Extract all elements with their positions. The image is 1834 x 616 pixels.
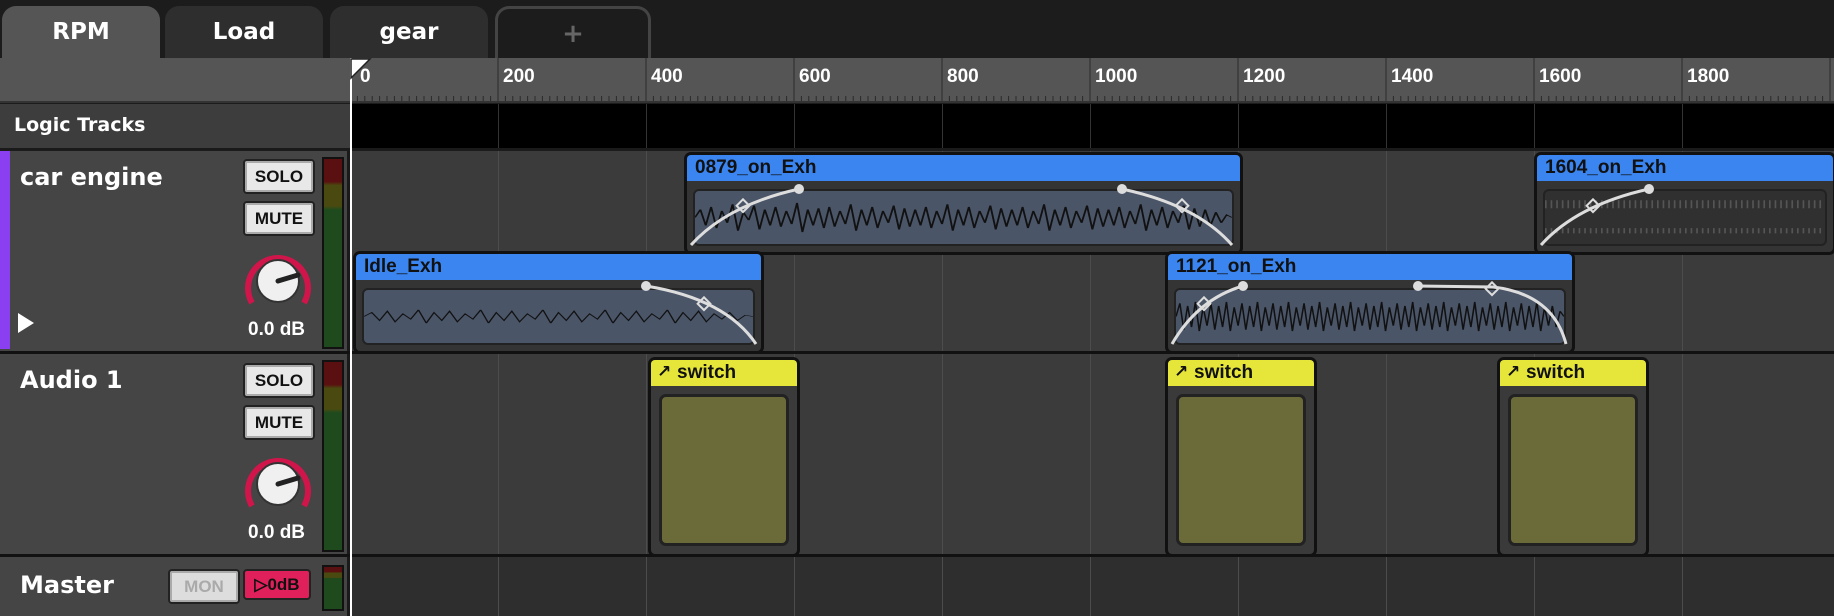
tick-label: 1600: [1539, 66, 1582, 87]
mute-button[interactable]: MUTE: [243, 405, 315, 440]
volume-readout: 0.0 dB: [248, 319, 306, 340]
tick-label: 200: [503, 66, 535, 87]
track-name: Audio 1: [20, 366, 123, 394]
mute-button[interactable]: MUTE: [243, 201, 315, 236]
switch-arrow-icon: ↗: [1174, 362, 1189, 382]
level-meter: [322, 157, 344, 349]
switch-body: [659, 394, 789, 546]
master-track-header[interactable]: Master MON ▷ 0dB: [0, 557, 350, 616]
clip-title: switch: [1500, 360, 1646, 386]
tick-label: 1800: [1687, 66, 1730, 87]
level-meter: [322, 360, 344, 552]
ruler-header: [0, 58, 350, 103]
play-icon: ▷: [254, 574, 268, 594]
fade-curves: [641, 281, 758, 345]
tick-label: 1200: [1243, 66, 1286, 87]
master-level-meter: [322, 565, 344, 611]
solo-button[interactable]: SOLO: [243, 159, 315, 194]
switch-clip[interactable]: switch ↗: [1165, 357, 1317, 557]
switch-arrow-icon: ↗: [1506, 362, 1521, 382]
volume-readout: 0.0 dB: [248, 522, 306, 543]
tab-bar: RPM Load gear +: [0, 0, 1834, 58]
master-lane[interactable]: [352, 557, 1834, 616]
track-lane-audio-1[interactable]: switch ↗ switch ↗ switch ↗: [352, 354, 1834, 557]
audio-clip[interactable]: 1121_on_Exh: [1165, 251, 1575, 354]
fade-curves: [1539, 184, 1654, 247]
tab-load[interactable]: Load: [165, 6, 323, 58]
switch-body: [1508, 394, 1638, 546]
track-lane-car-engine[interactable]: 0879_on_Exh 1604_on_Exh Idle_Exh 1121_on…: [352, 151, 1834, 354]
track-header-audio-1[interactable]: Audio 1 SOLO MUTE 0.0 dB: [0, 354, 350, 554]
solo-button[interactable]: SOLO: [243, 363, 315, 398]
switch-clip[interactable]: switch ↗: [1497, 357, 1649, 557]
clip-title: switch: [651, 360, 797, 386]
audio-clip[interactable]: 0879_on_Exh: [684, 152, 1243, 255]
playhead[interactable]: [350, 58, 352, 616]
fade-curves: [1170, 280, 1568, 345]
fade-curves: [689, 184, 1234, 247]
tick-label: 400: [651, 66, 683, 87]
tick-label: 1000: [1095, 66, 1138, 87]
monitor-button[interactable]: MON: [168, 569, 240, 604]
switch-body: [1176, 394, 1306, 546]
tick-label: 1400: [1391, 66, 1434, 87]
add-tab-button[interactable]: +: [495, 6, 651, 58]
tick-label: 600: [799, 66, 831, 87]
tab-rpm[interactable]: RPM: [2, 6, 160, 58]
playhead-marker-icon[interactable]: [350, 58, 372, 80]
tab-gear[interactable]: gear: [330, 6, 488, 58]
expand-track-icon[interactable]: [18, 313, 34, 333]
master-name: Master: [20, 571, 114, 599]
logic-tracks-lane[interactable]: [350, 104, 1834, 150]
switch-arrow-icon: ↗: [657, 362, 672, 382]
ruler-ticks: [350, 58, 1831, 101]
track-header-car-engine[interactable]: car engine SOLO MUTE 0.0 dB: [0, 151, 350, 351]
switch-clip[interactable]: switch ↗: [648, 357, 800, 557]
track-color-strip: [0, 151, 10, 349]
track-name: car engine: [20, 163, 163, 191]
audio-clip[interactable]: Idle_Exh: [353, 251, 764, 354]
tick-label: 800: [947, 66, 979, 87]
clip-title: switch: [1168, 360, 1314, 386]
timeline-ruler[interactable]: 0 200 400 600 800 1000 1200 1400 1600 18…: [350, 58, 1834, 103]
logic-tracks-header: Logic Tracks: [0, 104, 350, 150]
volume-knob[interactable]: [240, 450, 316, 520]
master-level-button[interactable]: ▷ 0dB: [243, 569, 311, 600]
master-level-label: 0dB: [267, 574, 300, 594]
audio-clip[interactable]: 1604_on_Exh: [1534, 152, 1834, 255]
volume-knob[interactable]: [240, 247, 316, 317]
